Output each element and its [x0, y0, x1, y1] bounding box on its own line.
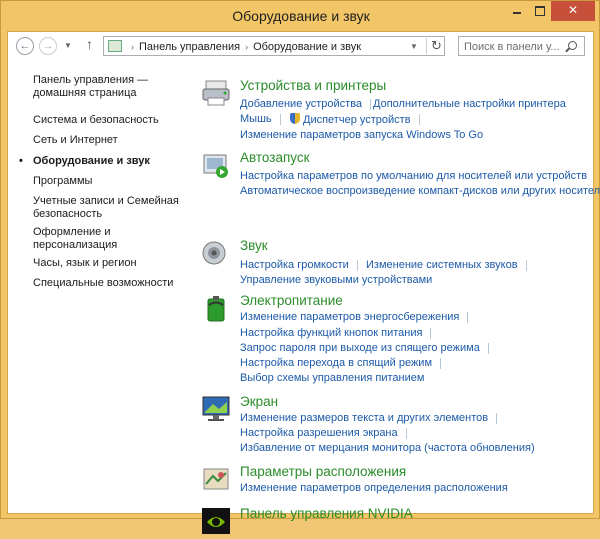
autoplay-icon[interactable]	[201, 150, 231, 180]
sidebar-item-appearance[interactable]: Оформление и персонализация	[33, 226, 183, 252]
title-bar[interactable]: Оборудование и звук ✕	[1, 1, 600, 31]
content-area: ← → ▼ ↑ › Панель управления › Оборудование …	[7, 31, 600, 534]
address-bar[interactable]: › Панель управления › Оборудование и звук ▼…	[103, 36, 445, 56]
control-panel-icon	[108, 40, 122, 52]
category-title-display[interactable]: Экран	[240, 394, 278, 409]
sidebar-item-clock-region[interactable]: Часы, язык и регион	[33, 257, 183, 270]
link-system-sounds[interactable]: Изменение системных звуков	[366, 259, 527, 272]
speaker-icon[interactable]	[201, 238, 231, 268]
category-title-autoplay[interactable]: Автозапуск	[240, 150, 310, 165]
sidebar-item-network[interactable]: Сеть и Интернет	[33, 134, 183, 147]
link-text-size[interactable]: Изменение размеров текста и других элеме…	[240, 412, 498, 425]
battery-icon[interactable]	[201, 293, 231, 323]
link-power-buttons[interactable]: Настройка функций кнопок питания	[240, 327, 432, 340]
link-location-settings[interactable]: Изменение параметров определения располо…	[240, 482, 508, 495]
category-title-sound[interactable]: Звук	[240, 238, 268, 253]
link-refresh-rate[interactable]: Избавление от мерцания монитора (частота…	[240, 442, 535, 455]
link-power-settings[interactable]: Изменение параметров энергосбережения	[240, 311, 469, 324]
link-audio-devices[interactable]: Управление звуковыми устройствами	[240, 274, 432, 287]
category-title-devices[interactable]: Устройства и принтеры	[240, 78, 386, 93]
recent-locations-dropdown-icon[interactable]: ▼	[64, 41, 72, 50]
link-autoplay-defaults[interactable]: Настройка параметров по умолчанию для но…	[240, 170, 587, 183]
sidebar-item-accounts[interactable]: Учетные записи и Семейная безопасность	[33, 195, 183, 221]
search-input[interactable]: Поиск в панели у...	[464, 41, 560, 53]
nvidia-icon[interactable]	[201, 506, 231, 536]
forward-button[interactable]: →	[39, 37, 57, 55]
link-power-plan[interactable]: Выбор схемы управления питанием	[240, 372, 424, 385]
address-dropdown-icon[interactable]: ▼	[410, 42, 418, 51]
link-mouse[interactable]: Мышь	[240, 113, 281, 126]
up-button[interactable]: ↑	[86, 36, 93, 52]
link-windows-to-go[interactable]: Изменение параметров запуска Windows To …	[240, 129, 483, 142]
link-device-manager[interactable]: Диспетчер устройств	[290, 113, 420, 127]
breadcrumb-control-panel[interactable]: Панель управления	[139, 41, 240, 53]
maximize-button[interactable]	[528, 1, 550, 21]
link-resolution[interactable]: Настройка разрешения экрана	[240, 427, 407, 440]
link-add-device[interactable]: Добавление устройства	[240, 98, 372, 111]
category-title-location[interactable]: Параметры расположения	[240, 464, 406, 479]
back-button[interactable]: ←	[16, 37, 34, 55]
devices-printers-icon[interactable]	[201, 78, 231, 108]
breadcrumb: › Панель управления › Оборудование и звук	[126, 41, 361, 53]
search-box[interactable]: Поиск в панели у...	[458, 36, 585, 56]
refresh-button[interactable]: ↻	[426, 38, 442, 54]
category-title-power[interactable]: Электропитание	[240, 293, 343, 308]
sidebar-item-programs[interactable]: Программы	[33, 175, 183, 188]
sidebar-item-system-security[interactable]: Система и безопасность	[33, 114, 183, 127]
breadcrumb-separator: ›	[245, 42, 249, 52]
link-autoplay-cds[interactable]: Автоматическое воспроизведение компакт-д…	[240, 185, 600, 198]
uac-shield-icon	[290, 113, 300, 124]
sidebar-item-hardware-sound[interactable]: Оборудование и звук	[19, 155, 183, 168]
link-volume[interactable]: Настройка громкости	[240, 259, 358, 272]
link-wake-password[interactable]: Запрос пароля при выходе из спящего режи…	[240, 342, 489, 355]
breadcrumb-separator: ›	[131, 42, 134, 52]
sidebar-item-home[interactable]: Панель управления — домашняя страница	[33, 74, 183, 100]
location-icon[interactable]	[201, 464, 231, 494]
breadcrumb-hardware-sound[interactable]: Оборудование и звук	[253, 41, 361, 53]
navigation-bar: ← → ▼ ↑ › Панель управления › Оборудование …	[8, 32, 593, 60]
window-frame: Оборудование и звук ✕ ← → ▼ ↑ › Панель уп…	[0, 0, 600, 534]
monitor-icon[interactable]	[201, 394, 231, 424]
link-sleep[interactable]: Настройка перехода в спящий режим	[240, 357, 442, 370]
link-printer-settings[interactable]: Дополнительные настройки принтера	[373, 98, 566, 111]
close-button[interactable]: ✕	[551, 1, 595, 21]
link-device-manager-label: Диспетчер устройств	[303, 114, 411, 126]
minimize-button[interactable]	[506, 1, 528, 21]
search-icon[interactable]	[568, 41, 577, 50]
sidebar-item-accessibility[interactable]: Специальные возможности	[33, 277, 183, 290]
